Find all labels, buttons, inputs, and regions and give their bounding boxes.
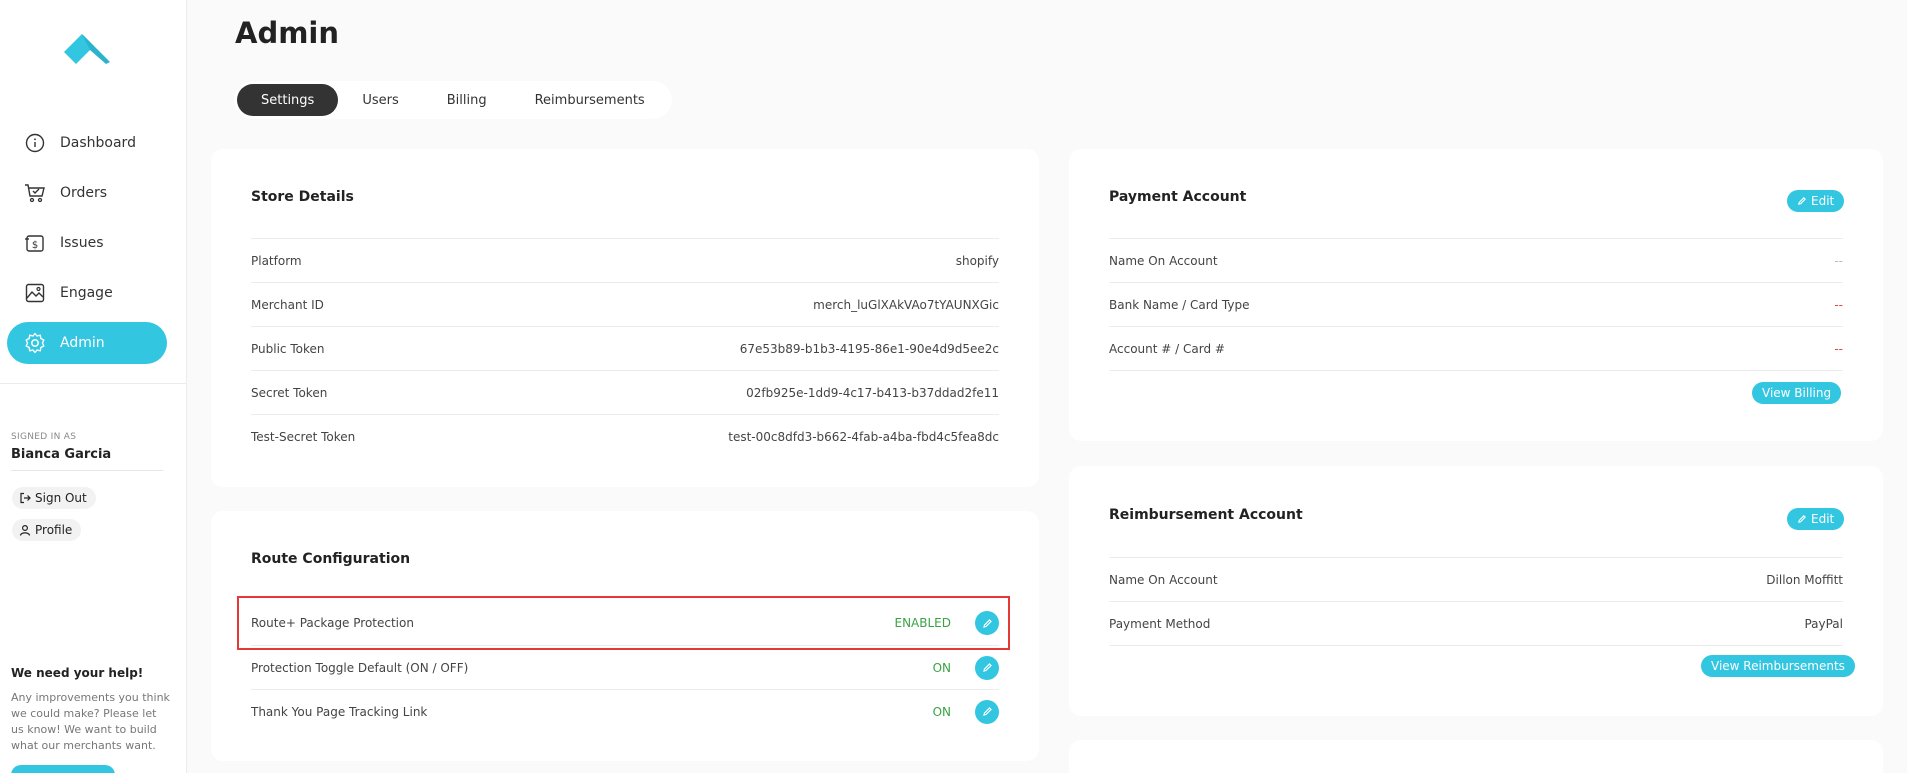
pencil-icon: [1797, 514, 1807, 524]
route-logo[interactable]: [60, 30, 114, 64]
signed-in-label: SIGNED IN AS: [11, 432, 77, 442]
sidebar-nav: Dashboard Orders $ Issues Engage Admin: [7, 122, 167, 372]
tab-users[interactable]: Users: [338, 84, 422, 116]
reimbursement-account-title: Reimbursement Account: [1109, 507, 1303, 523]
cart-icon: [24, 182, 46, 204]
divider: [1109, 370, 1843, 371]
pencil-icon: [982, 707, 992, 716]
tab-reimbursements[interactable]: Reimbursements: [511, 84, 669, 116]
view-billing-button[interactable]: View Billing: [1752, 382, 1842, 404]
table-row: Thank You Page Tracking Link ON: [251, 689, 999, 733]
sidebar-item-label: Admin: [60, 335, 105, 351]
feedback-button[interactable]: [11, 765, 115, 773]
sidebar-item-dashboard[interactable]: Dashboard: [7, 122, 167, 164]
status-badge: ON: [932, 660, 951, 675]
info-circle-icon: [24, 132, 46, 154]
pencil-icon: [982, 663, 992, 672]
table-row: Account # / Card # --: [1109, 326, 1843, 370]
table-row: Bank Name / Card Type --: [1109, 282, 1843, 326]
help-title: We need your help!: [11, 666, 144, 680]
sidebar-item-label: Engage: [60, 285, 113, 301]
edit-protection-toggle-button[interactable]: [975, 655, 999, 680]
sidebar-item-label: Orders: [60, 185, 108, 201]
sidebar-item-orders[interactable]: Orders: [7, 172, 167, 214]
pencil-icon: [1797, 196, 1807, 206]
view-reimbursements-button[interactable]: View Reimbursements: [1701, 655, 1855, 677]
page-title: Admin: [235, 16, 340, 50]
divider: [11, 470, 163, 471]
svg-text:$: $: [32, 240, 38, 251]
profile-button[interactable]: Profile: [12, 519, 82, 541]
image-icon: [24, 282, 46, 304]
sign-out-icon: [19, 492, 31, 504]
tab-settings[interactable]: Settings: [237, 84, 339, 116]
store-details-title: Store Details: [251, 189, 354, 205]
tab-bar: Settings Users Billing Reimbursements: [234, 81, 672, 119]
table-row: Test-Secret Token test-00c8dfd3-b662-4fa…: [251, 414, 999, 458]
sidebar-item-label: Dashboard: [60, 135, 136, 151]
table-row: Name On Account Dillon Moffitt: [1109, 557, 1843, 601]
sign-out-button[interactable]: Sign Out: [12, 487, 96, 509]
divider: [1109, 645, 1843, 646]
route-configuration-title: Route Configuration: [251, 551, 411, 567]
table-row: Public Token 67e53b89-b1b3-4195-86e1-90e…: [251, 326, 999, 370]
highlight-box: [237, 596, 1010, 650]
gear-icon: [24, 332, 46, 354]
dollar-doc-icon: $: [24, 232, 46, 254]
sidebar-item-issues[interactable]: $ Issues: [7, 222, 167, 264]
user-icon: [19, 524, 31, 536]
table-row: Secret Token 02fb925e-1dd9-4c17-b413-b37…: [251, 370, 999, 414]
sidebar-item-engage[interactable]: Engage: [7, 272, 167, 314]
sidebar: Dashboard Orders $ Issues Engage Admin S…: [0, 0, 187, 773]
help-text: Any improvements you think we could make…: [11, 691, 170, 752]
sidebar-item-label: Issues: [60, 235, 104, 251]
table-row: Payment Method PayPal: [1109, 601, 1843, 645]
sidebar-divider: [0, 383, 187, 384]
status-badge: ON: [932, 704, 951, 719]
payment-account-title: Payment Account: [1109, 189, 1247, 205]
table-row: Name On Account --: [1109, 238, 1843, 282]
edit-tracking-link-button[interactable]: [975, 699, 999, 724]
sidebar-item-admin[interactable]: Admin: [7, 322, 167, 364]
table-row: Platform shopify: [251, 238, 999, 282]
tab-billing[interactable]: Billing: [423, 84, 511, 116]
additional-card: [1069, 740, 1883, 773]
table-row: Protection Toggle Default (ON / OFF) ON: [251, 645, 999, 689]
edit-payment-account-button[interactable]: Edit: [1787, 190, 1845, 212]
signed-in-user-name: Bianca Garcia: [11, 447, 112, 462]
edit-reimbursement-account-button[interactable]: Edit: [1787, 508, 1845, 530]
table-row: Merchant ID merch_luGlXAkVAo7tYAUNXGic: [251, 282, 999, 326]
